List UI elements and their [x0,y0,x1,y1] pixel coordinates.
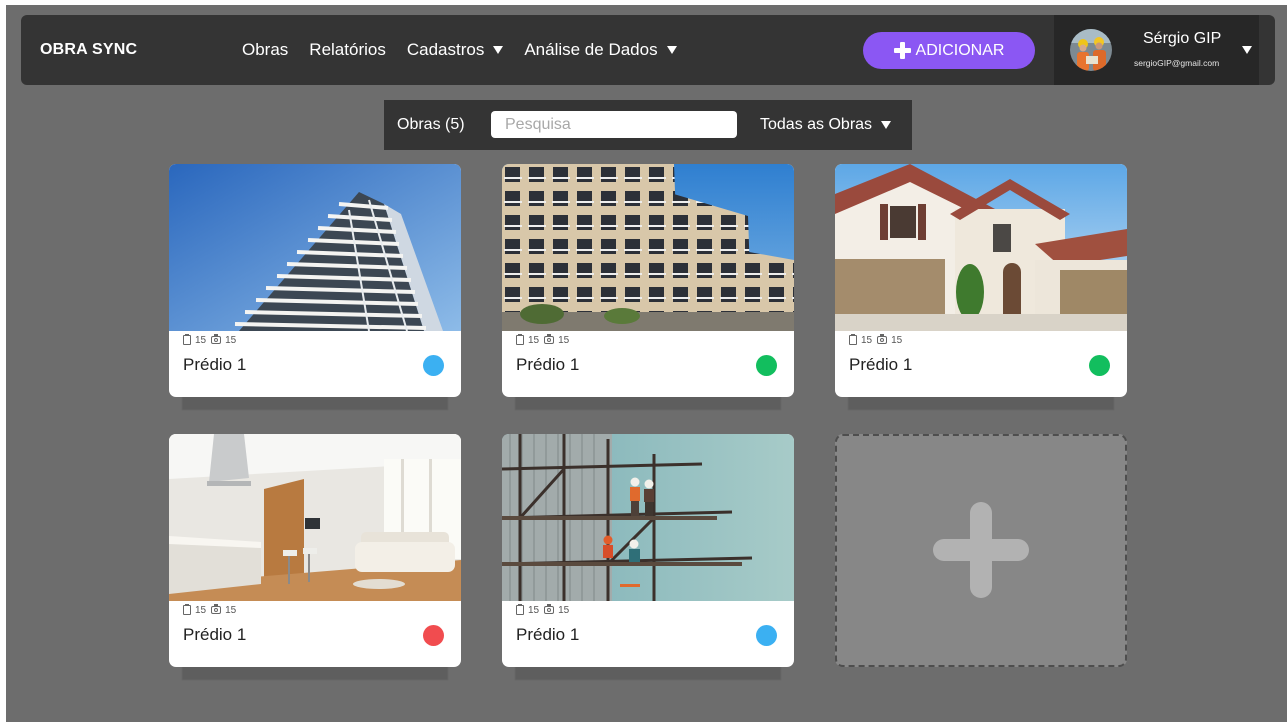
card-stats: 15 15 [516,334,569,346]
docs-count: 15 [528,334,540,346]
main-menu: Obras Relatórios Cadastros Análise de Da… [242,15,677,85]
obras-count: Obras (5) [397,116,465,133]
camera-icon [211,334,222,344]
chevron-down-icon [881,121,892,129]
chevron-down-icon [493,46,504,54]
photos-count: 15 [558,604,570,616]
obra-card[interactable]: 15 15 Prédio 1 [169,434,461,667]
card-title: Prédio 1 [516,625,580,644]
nav-item-label: Relatórios [309,40,386,59]
obra-photo [502,164,794,331]
card-title: Prédio 1 [183,625,247,644]
nav-item-obras[interactable]: Obras [242,40,288,60]
user-menu[interactable]: Sérgio GIP sergioGIP@gmail.com [1054,15,1259,85]
docs-count: 15 [195,604,207,616]
obra-card[interactable]: 15 15 Prédio 1 [502,434,794,667]
obra-card[interactable]: 15 15 Prédio 1 [502,164,794,397]
add-obra-card[interactable] [835,434,1127,667]
clipboard-icon [516,334,524,345]
obra-photo [835,164,1127,331]
docs-count: 15 [528,604,540,616]
brand-logo[interactable]: OBRA SYNC [40,15,137,85]
obras-scope-select[interactable]: Todas as Obras [760,100,892,150]
user-email: sergioGIP@gmail.com [1134,58,1220,68]
nav-item-label: Análise de Dados [524,40,658,59]
status-dot [756,355,777,376]
docs-count: 15 [861,334,873,346]
status-dot [423,625,444,646]
filter-bar: Obras (5) Todas as Obras [384,100,912,150]
obra-photo [169,434,461,601]
scope-select-label: Todas as Obras [760,116,873,133]
status-dot [756,625,777,646]
nav-item-cadastros[interactable]: Cadastros [406,40,504,60]
obra-photo [169,164,461,331]
clipboard-icon [183,334,191,345]
obra-card[interactable]: 15 15 Prédio 1 [169,164,461,397]
top-navbar: OBRA SYNC Obras Relatórios Cadastros Aná… [21,15,1275,85]
plus-icon [933,502,1029,598]
card-stats: 15 15 [183,604,236,616]
card-stats: 15 15 [849,334,902,346]
camera-icon [544,334,555,344]
status-dot [423,355,444,376]
photos-count: 15 [225,604,237,616]
photos-count: 15 [558,334,570,346]
user-name: Sérgio GIP [1143,30,1222,47]
plus-icon [893,42,911,59]
card-stats: 15 15 [516,604,569,616]
obra-card[interactable]: 15 15 Prédio 1 [835,164,1127,397]
avatar[interactable] [1070,29,1112,71]
camera-icon [544,604,555,614]
card-title: Prédio 1 [183,355,247,374]
obra-photo [502,434,794,601]
search-input[interactable] [491,111,737,138]
status-dot [1089,355,1110,376]
clipboard-icon [183,604,191,615]
camera-icon [211,604,222,614]
nav-item-label: Cadastros [406,40,485,59]
card-title: Prédio 1 [849,355,913,374]
clipboard-icon [516,604,524,615]
nav-item-label: Obras [242,40,289,59]
photos-count: 15 [891,334,903,346]
add-button-label: ADICIONAR [915,41,1005,59]
add-button[interactable]: ADICIONAR [863,32,1035,69]
nav-item-relatorios[interactable]: Relatórios [309,40,386,60]
card-title: Prédio 1 [516,355,580,374]
camera-icon [877,334,888,344]
photos-count: 15 [225,334,237,346]
card-stats: 15 15 [183,334,236,346]
chevron-down-icon [666,46,677,54]
clipboard-icon [849,334,857,345]
nav-item-analise-de-dados[interactable]: Análise de Dados [524,40,677,60]
docs-count: 15 [195,334,207,346]
chevron-down-icon[interactable] [1242,46,1252,54]
